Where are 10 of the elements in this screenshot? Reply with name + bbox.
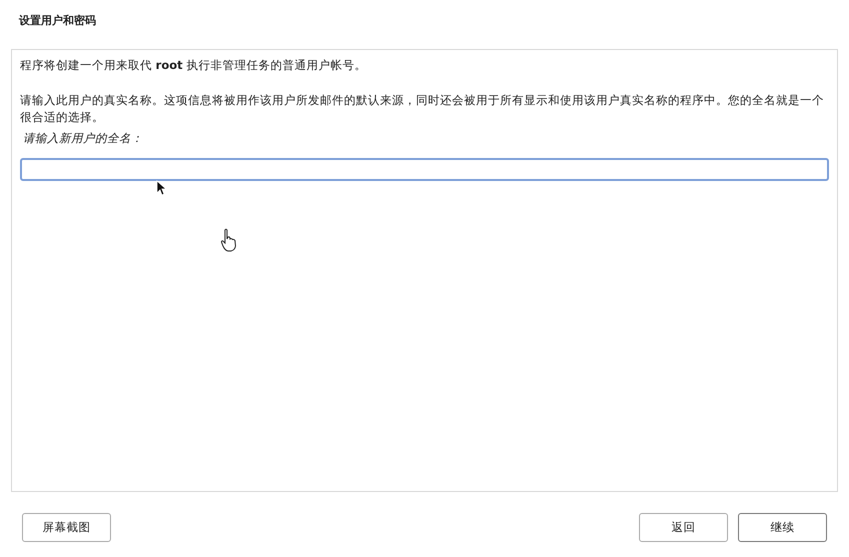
back-button[interactable]: 返回 bbox=[639, 513, 728, 542]
window-title: 设置用户和密码 bbox=[19, 13, 97, 29]
continue-button[interactable]: 继续 bbox=[738, 513, 827, 542]
name-input-field[interactable] bbox=[20, 158, 829, 181]
description-text: 请输入此用户的真实名称。这项信息将被用作该用户所发邮件的默认来源，同时还会被用于所有显示和使用该用户真实名称的程序中。您的全名就是一个很合适的选择。 bbox=[20, 92, 825, 126]
hand-cursor-icon bbox=[220, 228, 238, 252]
mouse-pointer-icon bbox=[156, 180, 166, 196]
intro-text: 程序将创建一个用来取代 root 执行非管理任务的普通用户帐号。 bbox=[20, 57, 368, 74]
field-label: 请输入新用户的全名： bbox=[23, 130, 144, 147]
screenshot-button[interactable]: 屏幕截图 bbox=[22, 513, 111, 542]
